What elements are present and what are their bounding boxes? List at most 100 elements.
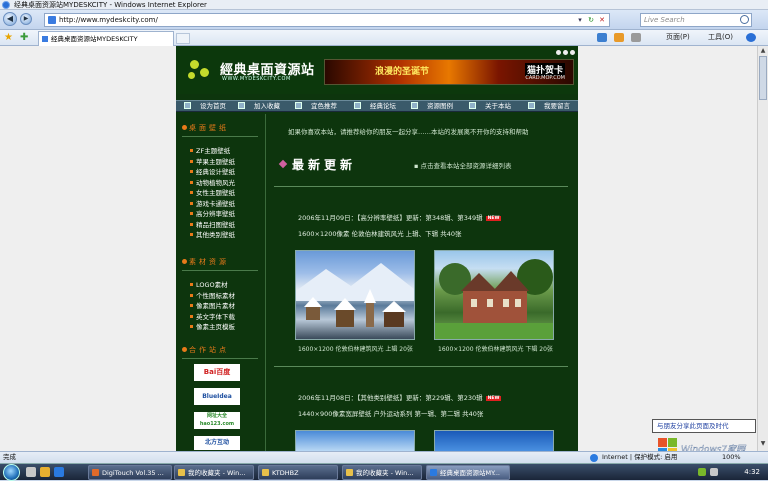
notification-balloon[interactable]: 与朋友分享此页面及时代 <box>652 419 756 433</box>
explorer-icon[interactable] <box>40 467 50 477</box>
sidebar-link-label: 苹果主题壁纸 <box>196 157 235 166</box>
address-url[interactable]: http://www.mydeskcity.com/ <box>59 16 158 24</box>
taskbar-button-active[interactable]: 经典桌面资源站MY... <box>426 465 510 480</box>
ad-banner[interactable]: 浪漫的圣诞节 猫扑贺卡 CARD.MOP.COM <box>324 59 574 85</box>
update-line[interactable]: 2006年11月08日：【其他类别壁纸】更新：第229辑、第230辑 NEW <box>298 392 502 402</box>
taskbar-button-label: DigiTouch Vol.35 ... <box>102 469 164 477</box>
partner-logo-baidu[interactable]: Bai百度 <box>194 364 240 381</box>
sidebar-link[interactable]: 女性主题壁纸 <box>190 188 235 199</box>
sidebar-link[interactable]: 动物植物风光 <box>190 178 235 189</box>
menu-item[interactable]: 经典论坛 <box>354 101 396 112</box>
menu-item-label: 资源图例 <box>427 102 453 110</box>
help-icon[interactable] <box>746 33 756 42</box>
show-desktop-icon[interactable] <box>26 467 36 477</box>
system-clock[interactable]: 4:32 <box>744 465 760 479</box>
menu-item[interactable]: 加入收藏 <box>238 101 280 112</box>
bullet-icon <box>182 125 187 130</box>
window-titlebar: 经典桌面资源站MYDESKCITY - Windows Internet Exp… <box>0 0 768 10</box>
search-placeholder: Live Search <box>644 16 685 24</box>
update-detail: 1440×900像素宽屏壁纸 户外运动系列 第一辑、第二辑 共40张 <box>298 410 484 418</box>
partner-logo-blueidea[interactable]: BlueIdea <box>194 388 240 405</box>
bullet-icon <box>190 222 193 226</box>
update-date-text: 2006年11月09日：【高分辨率壁纸】更新：第348辑、第349辑 <box>298 214 483 222</box>
navigation-bar: ◀ ▶ http://www.mydeskcity.com/ ▾ ↻ ✕ Liv… <box>0 10 768 30</box>
wallpaper-thumbnail-winter[interactable] <box>295 250 415 340</box>
sidebar-link-label: 游戏卡通壁纸 <box>196 199 235 208</box>
back-button[interactable]: ◀ <box>3 12 17 26</box>
tray-volume-icon[interactable] <box>710 468 718 476</box>
wallpaper-thumbnail-sky2[interactable] <box>434 430 554 451</box>
menu-item[interactable]: 关于本站 <box>469 101 511 112</box>
bullet-icon <box>190 201 193 205</box>
folder-icon <box>346 469 353 476</box>
browser-tab[interactable]: 经典桌面资源站MYDESKCITY <box>38 31 174 46</box>
vertical-scrollbar[interactable]: ▲ ▼ <box>757 46 768 451</box>
search-icon[interactable] <box>740 15 749 24</box>
divider <box>274 186 568 187</box>
menu-item[interactable]: 宜色推荐 <box>295 101 337 112</box>
sidebar-link[interactable]: 苹果主题壁纸 <box>190 157 235 168</box>
wallpaper-thumbnail-sky[interactable] <box>295 430 415 451</box>
sidebar-link[interactable]: 游戏卡通壁纸 <box>190 199 235 210</box>
section-divider <box>182 136 258 137</box>
refresh-icon[interactable]: ↻ <box>586 14 596 26</box>
sidebar-link[interactable]: 其他类别壁纸 <box>190 230 235 241</box>
stop-icon[interactable]: ✕ <box>597 14 607 26</box>
print-icon[interactable] <box>631 33 641 42</box>
scroll-thumb[interactable] <box>759 56 767 100</box>
menu-item-icon <box>528 102 535 109</box>
taskbar-button[interactable]: 我的收藏夹 - Win... <box>174 465 254 480</box>
start-button[interactable] <box>3 464 20 481</box>
sidebar-link[interactable]: 像素图片素材 <box>190 301 235 312</box>
bullet-icon <box>190 293 193 297</box>
scroll-up-icon[interactable]: ▲ <box>759 47 767 55</box>
search-input[interactable]: Live Search <box>640 13 752 27</box>
taskbar-button[interactable]: 我的收藏夹 - Win... <box>342 465 422 480</box>
address-bar[interactable]: http://www.mydeskcity.com/ ▾ ↻ ✕ <box>44 13 610 27</box>
wallpaper-thumbnail-manor[interactable] <box>434 250 554 340</box>
sidebar-link[interactable]: LOGO素材 <box>190 280 228 291</box>
scroll-down-icon[interactable]: ▼ <box>759 440 767 448</box>
partner-logo-beifang[interactable]: 北方互动 <box>194 436 240 450</box>
tools-menu[interactable]: 工具(O) <box>708 32 733 43</box>
sidebar-link[interactable]: 像素主页模板 <box>190 322 235 333</box>
bullet-icon <box>190 233 193 236</box>
sidebar-link[interactable]: 个性图标素材 <box>190 291 235 302</box>
taskbar-button[interactable]: KTDHBZ <box>258 465 338 480</box>
favorites-star-icon[interactable]: ★ <box>4 32 13 43</box>
menu-item[interactable]: 我要留言 <box>528 101 570 112</box>
all-resources-link[interactable]: ▪ 点击查看本站全部资源详细列表 <box>414 160 511 170</box>
home-icon[interactable] <box>597 33 607 42</box>
section-title-material: 素材资源 <box>182 256 229 268</box>
menu-item[interactable]: 设为首页 <box>184 101 226 112</box>
sidebar-link[interactable]: 高分辨率壁纸 <box>190 209 235 220</box>
dropdown-icon[interactable]: ▾ <box>575 14 585 26</box>
logo-mark-icon <box>190 60 199 69</box>
tray-network-icon[interactable] <box>698 468 706 476</box>
diamond-icon <box>278 159 288 169</box>
sidebar-link[interactable]: 英文字体下载 <box>190 312 235 323</box>
sidebar-link[interactable]: 经典设计壁纸 <box>190 167 235 178</box>
security-zone[interactable]: Internet | 保护模式: 启用 <box>602 452 677 463</box>
sidebar-link[interactable]: ZF主题壁纸 <box>190 146 230 157</box>
menu-item[interactable]: 资源图例 <box>411 101 453 112</box>
feeds-icon[interactable] <box>614 33 624 42</box>
zoom-level[interactable]: 100% <box>722 452 741 463</box>
winter-town-image <box>296 263 414 327</box>
new-tab-button[interactable] <box>176 33 190 44</box>
window-title: 经典桌面资源站MYDESKCITY - Windows Internet Exp… <box>14 1 207 9</box>
status-bar: 完成 Internet | 保护模式: 启用 100% <box>0 451 768 463</box>
taskbar-button[interactable]: DigiTouch Vol.35 ... <box>88 465 172 480</box>
new-badge: NEW <box>485 216 502 221</box>
bullet-icon <box>190 304 193 307</box>
menu-item-icon <box>238 102 245 109</box>
update-line[interactable]: 2006年11月09日：【高分辨率壁纸】更新：第348辑、第349辑 NEW <box>298 212 502 222</box>
ie-quicklaunch-icon[interactable] <box>54 467 64 477</box>
forward-button[interactable]: ▶ <box>20 13 32 25</box>
partner-logo-hao123[interactable]: 网址大全 hao123.com <box>194 412 240 429</box>
add-favorite-icon[interactable]: ✚ <box>20 32 28 43</box>
ad-url: CARD.MOP.COM <box>525 75 565 81</box>
page-menu[interactable]: 页面(P) <box>666 32 690 43</box>
section-heading-text: 最新更新 <box>292 158 357 172</box>
sidebar-link[interactable]: 精品扫图壁纸 <box>190 220 235 231</box>
